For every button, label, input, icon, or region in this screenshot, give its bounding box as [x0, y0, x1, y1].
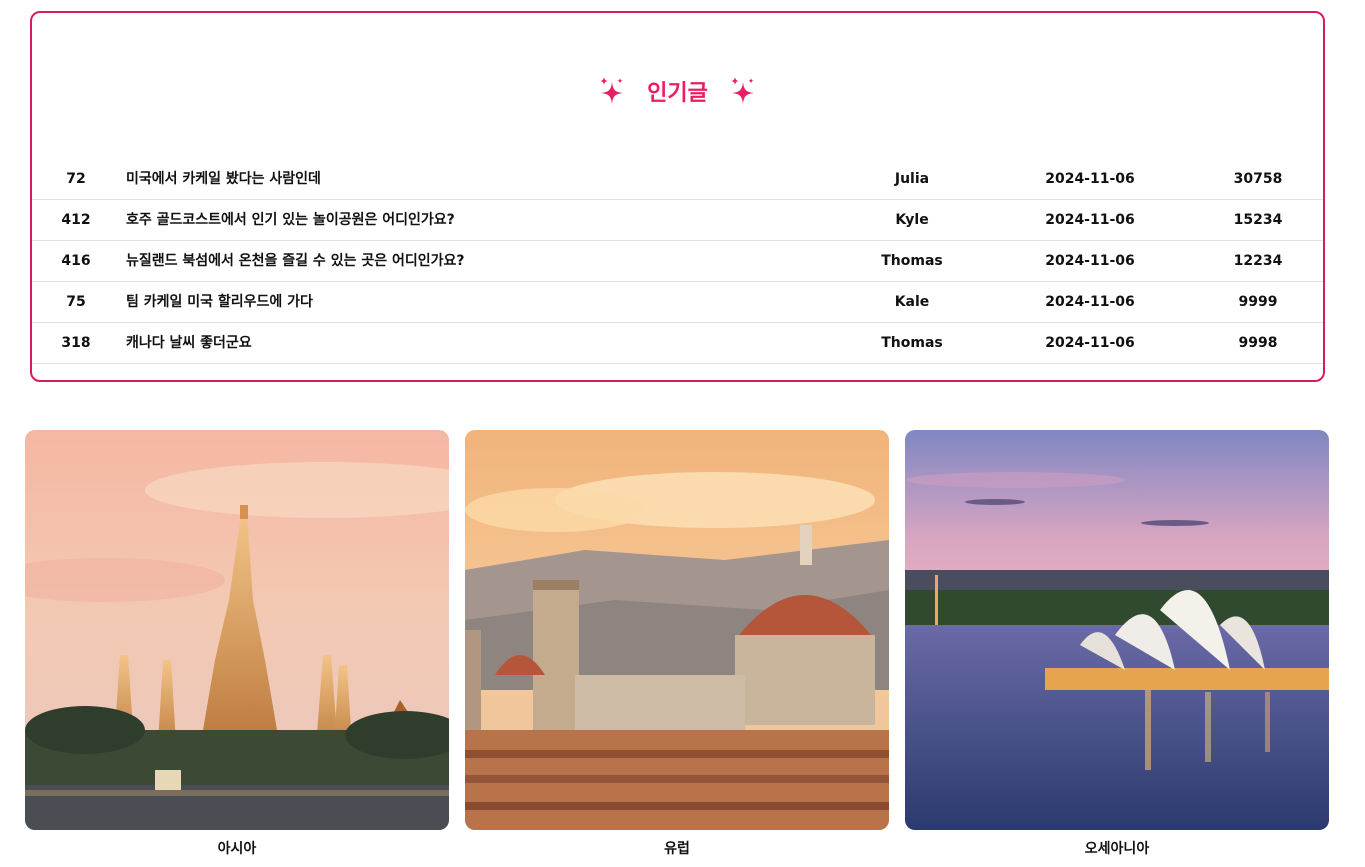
post-date: 2024-11-06 — [1045, 253, 1135, 269]
region-label-europe[interactable]: 유럽 — [465, 839, 889, 859]
popular-posts-table: 72 미국에서 카케일 봤다는 사람인데 Julia 2024-11-06 30… — [32, 159, 1323, 364]
region-image-oceania[interactable] — [905, 430, 1329, 830]
post-title-link[interactable]: 호주 골드코스트에서 인기 있는 놀이공원은 어디인가요? — [126, 200, 455, 241]
post-views: 30758 — [1233, 171, 1283, 187]
post-views: 9999 — [1238, 294, 1278, 310]
post-id: 318 — [61, 335, 91, 351]
table-row[interactable]: 416 뉴질랜드 북섬에서 온천을 즐길 수 있는 곳은 어디인가요? Thom… — [32, 241, 1323, 282]
oceania-opera-house-image — [905, 430, 1329, 830]
post-title-link[interactable]: 뉴질랜드 북섬에서 온천을 즐길 수 있는 곳은 어디인가요? — [126, 241, 464, 282]
post-author: Thomas — [881, 335, 943, 351]
post-views: 9998 — [1238, 335, 1278, 351]
popular-title: 인기글 — [32, 69, 1323, 113]
region-label-oceania[interactable]: 오세아니아 — [905, 839, 1329, 859]
post-views: 12234 — [1233, 253, 1283, 269]
post-id: 75 — [66, 294, 86, 310]
post-title-link[interactable]: 미국에서 카케일 봤다는 사람인데 — [126, 159, 321, 200]
table-row[interactable]: 318 캐나다 날씨 좋더군요 Thomas 2024-11-06 9998 — [32, 323, 1323, 364]
asia-temple-image — [25, 430, 449, 830]
post-author: Thomas — [881, 253, 943, 269]
post-title-link[interactable]: 팀 카케일 미국 할리우드에 가다 — [126, 282, 313, 323]
post-date: 2024-11-06 — [1045, 212, 1135, 228]
region-image-europe[interactable] — [465, 430, 889, 830]
region-card-asia[interactable]: 아시아 — [25, 430, 449, 859]
post-author: Kyle — [895, 212, 929, 228]
table-row[interactable]: 412 호주 골드코스트에서 인기 있는 놀이공원은 어디인가요? Kyle 2… — [32, 200, 1323, 241]
post-date: 2024-11-06 — [1045, 294, 1135, 310]
region-image-asia[interactable] — [25, 430, 449, 830]
post-author: Kale — [894, 294, 930, 310]
region-label-asia[interactable]: 아시아 — [25, 839, 449, 859]
sparkles-icon — [600, 77, 624, 104]
post-id: 412 — [61, 212, 91, 228]
popular-title-text: 인기글 — [647, 81, 708, 106]
post-date: 2024-11-06 — [1045, 171, 1135, 187]
post-date: 2024-11-06 — [1045, 335, 1135, 351]
post-title-link[interactable]: 캐나다 날씨 좋더군요 — [126, 323, 252, 364]
post-id: 72 — [66, 171, 86, 187]
table-row[interactable]: 72 미국에서 카케일 봤다는 사람인데 Julia 2024-11-06 30… — [32, 159, 1323, 200]
post-views: 15234 — [1233, 212, 1283, 228]
europe-cathedral-image — [465, 430, 889, 830]
region-card-europe[interactable]: 유럽 — [465, 430, 889, 859]
post-id: 416 — [61, 253, 91, 269]
sparkles-icon — [730, 77, 754, 104]
region-card-oceania[interactable]: 오세아니아 — [905, 430, 1329, 859]
popular-posts-panel: 인기글 72 미국에서 카케일 봤다는 사람인데 Julia 2024-11-0… — [30, 11, 1325, 382]
post-author: Julia — [894, 171, 930, 187]
table-row[interactable]: 75 팀 카케일 미국 할리우드에 가다 Kale 2024-11-06 999… — [32, 282, 1323, 323]
